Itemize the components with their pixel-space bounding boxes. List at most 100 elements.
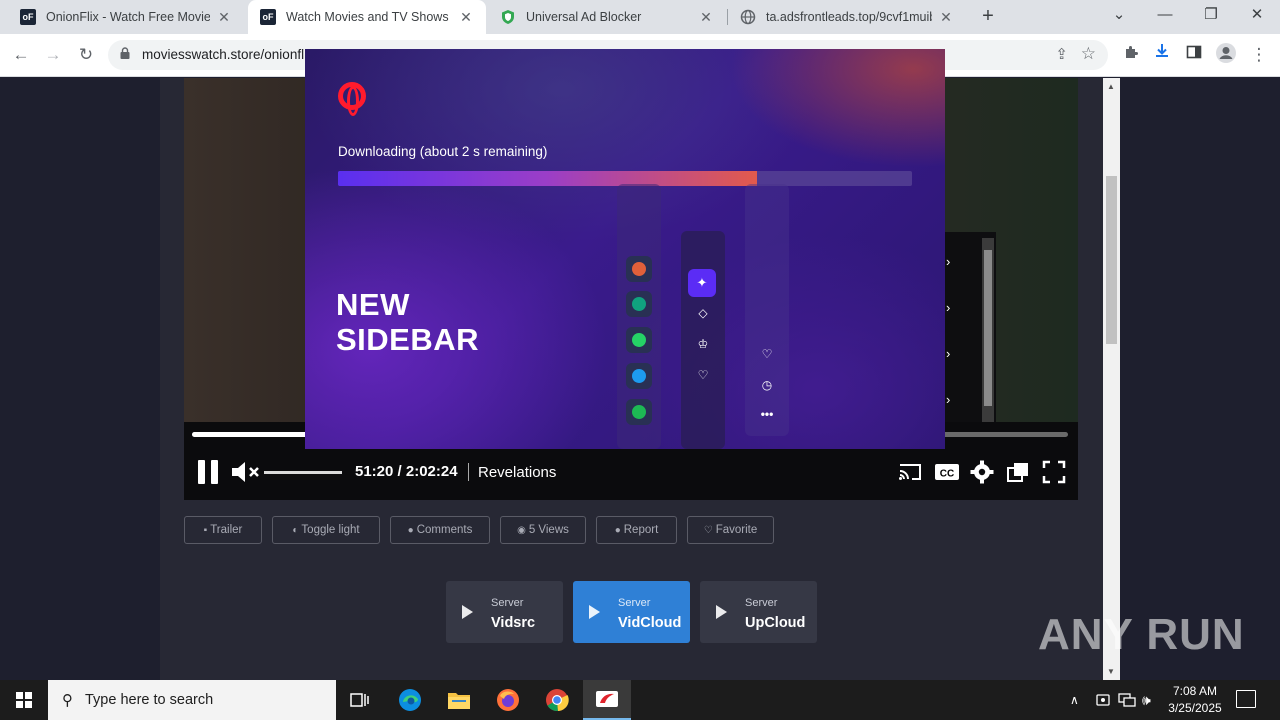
scroll-thumb[interactable] <box>1106 176 1117 344</box>
globe-icon <box>740 9 756 25</box>
server-list: Server Vidsrc Server VidCloud Server UpC… <box>446 581 827 643</box>
download-icon[interactable] <box>1149 42 1175 68</box>
scroll-down-arrow[interactable]: ▼ <box>1107 667 1115 676</box>
file-explorer-icon[interactable] <box>435 680 483 720</box>
windows-logo-icon <box>16 692 32 708</box>
clock-date: 3/25/2025 <box>1168 701 1222 715</box>
close-icon[interactable]: ✕ <box>458 9 474 26</box>
taskbar-clock[interactable]: 7:08 AM 3/25/2025 <box>1160 683 1230 717</box>
clock-time: 7:08 AM <box>1172 684 1218 698</box>
svg-text:CC: CC <box>940 469 954 480</box>
bookmark-star-icon[interactable]: ☆ <box>1081 44 1096 64</box>
start-button[interactable] <box>0 680 48 720</box>
close-icon[interactable]: ✕ <box>216 9 232 26</box>
panel-scroll-thumb[interactable] <box>984 250 992 406</box>
device-icon[interactable] <box>1095 680 1111 720</box>
video-icon: ▪ <box>203 524 208 536</box>
side-panel-icon[interactable] <box>1181 42 1207 68</box>
tab-onionflix[interactable]: oF OnionFlix - Watch Free Movies & TV ✕ <box>8 0 244 34</box>
comments-label: Comments <box>416 524 473 536</box>
pause-button[interactable] <box>198 460 218 484</box>
tab-adsfrontleads[interactable]: ta.adsfrontleads.top/9cvf1muibt ✕ <box>728 0 966 34</box>
fullscreen-icon[interactable] <box>1042 460 1066 484</box>
server-vidcloud[interactable]: Server VidCloud <box>573 581 690 643</box>
chevron-up-icon[interactable]: ∧ <box>1070 680 1079 720</box>
menu-dots-icon[interactable]: ⋮ <box>1246 42 1272 68</box>
installer-app-icon[interactable] <box>583 680 631 720</box>
tab-watch-movies[interactable]: oF Watch Movies and TV Shows Online ✕ <box>248 0 486 34</box>
heart-icon: ♡ <box>703 524 713 536</box>
network-icon[interactable] <box>1118 680 1136 720</box>
volume-icon[interactable]: 🕪 <box>1142 680 1151 720</box>
episode-list-panel[interactable]: › › › › <box>944 232 996 426</box>
reload-button[interactable]: ↻ <box>73 42 99 68</box>
scroll-up-arrow[interactable]: ▲ <box>1107 82 1115 91</box>
extensions-icon[interactable] <box>1118 42 1144 68</box>
volume-slider[interactable] <box>264 471 342 474</box>
server-caption: Server <box>491 597 524 609</box>
report-label: Report <box>623 524 659 536</box>
new-tab-button[interactable]: + <box>976 5 1000 29</box>
chevron-right-icon[interactable]: › <box>946 254 956 269</box>
chevron-right-icon[interactable]: › <box>946 300 956 315</box>
restore-button[interactable]: ❐ <box>1188 0 1234 34</box>
time-display: 51:20 / 2:02:24 <box>355 463 458 480</box>
server-upcloud[interactable]: Server UpCloud <box>700 581 817 643</box>
play-icon <box>462 605 473 619</box>
chrome-icon[interactable] <box>533 680 581 720</box>
views-button[interactable]: ◉ 5 Views <box>500 516 586 544</box>
spotify-icon <box>626 399 652 425</box>
search-icon: ⚲ <box>62 692 73 709</box>
heart-outline-icon: ♡ <box>761 347 773 361</box>
server-name: UpCloud <box>745 615 806 631</box>
more-dots-icon: ••• <box>760 407 774 421</box>
task-view-icon[interactable] <box>336 680 384 720</box>
picture-in-picture-icon[interactable] <box>1006 460 1030 484</box>
tab-search-icon[interactable]: ⌄ <box>1096 0 1142 34</box>
settings-gear-icon[interactable] <box>970 460 994 484</box>
favorite-button[interactable]: ♡ Favorite <box>687 516 774 544</box>
firefox-icon[interactable] <box>484 680 532 720</box>
url-text: moviesswatch.store/onionfli <box>142 47 308 62</box>
close-window-button[interactable]: ✕ <box>1234 0 1280 34</box>
toggle-light-button[interactable]: ◐ Toggle light <box>272 516 380 544</box>
alert-icon: ● <box>614 524 621 536</box>
profile-avatar-icon[interactable] <box>1213 42 1239 68</box>
report-button[interactable]: ● Report <box>596 516 677 544</box>
comment-icon: ● <box>407 524 414 536</box>
mute-button[interactable] <box>230 458 262 486</box>
close-icon[interactable]: ✕ <box>698 9 714 26</box>
search-placeholder: Type here to search <box>85 692 214 708</box>
eye-icon: ◉ <box>517 524 526 536</box>
edge-icon[interactable] <box>386 680 434 720</box>
taskbar-search-box[interactable]: ⚲ Type here to search <box>48 680 336 720</box>
share-icon[interactable]: ⇪ <box>1055 45 1068 63</box>
desktop-margin <box>1120 78 1280 680</box>
back-button[interactable]: ← <box>8 42 34 68</box>
close-icon[interactable]: ✕ <box>938 9 954 26</box>
tab-ad-blocker[interactable]: Universal Ad Blocker ✕ <box>488 0 726 34</box>
forward-button[interactable]: → <box>40 42 66 68</box>
diamond-icon: ◇ <box>698 306 708 320</box>
tab-title: Universal Ad Blocker <box>526 10 642 24</box>
notification-icon[interactable] <box>1236 690 1256 708</box>
tab-strip: oF OnionFlix - Watch Free Movies & TV ✕ … <box>0 0 1280 34</box>
server-vidsrc[interactable]: Server Vidsrc <box>446 581 563 643</box>
cast-icon[interactable] <box>898 460 922 484</box>
opera-download-popup[interactable]: Downloading (about 2 s remaining) NEW SI… <box>305 49 945 449</box>
captions-icon[interactable]: CC <box>934 460 959 484</box>
promo-headline: NEW SIDEBAR <box>336 287 479 357</box>
action-buttons: ▪ Trailer ◐ Toggle light ● Comments ◉ 5 View… <box>184 516 774 544</box>
page-scrollbar[interactable]: ▲ ▼ <box>1103 78 1120 680</box>
chevron-right-icon[interactable]: › <box>946 346 956 361</box>
volume-muted-icon <box>232 462 259 482</box>
minimize-button[interactable]: — <box>1142 0 1188 34</box>
play-icon <box>716 605 727 619</box>
chatgpt-icon <box>626 291 652 317</box>
heart-outline-icon: ♡ <box>697 368 709 382</box>
shield-icon <box>500 9 516 25</box>
trailer-button[interactable]: ▪ Trailer <box>184 516 262 544</box>
chevron-right-icon[interactable]: › <box>946 392 956 407</box>
tab-title: Watch Movies and TV Shows Online <box>286 10 452 24</box>
comments-button[interactable]: ● Comments <box>390 516 490 544</box>
